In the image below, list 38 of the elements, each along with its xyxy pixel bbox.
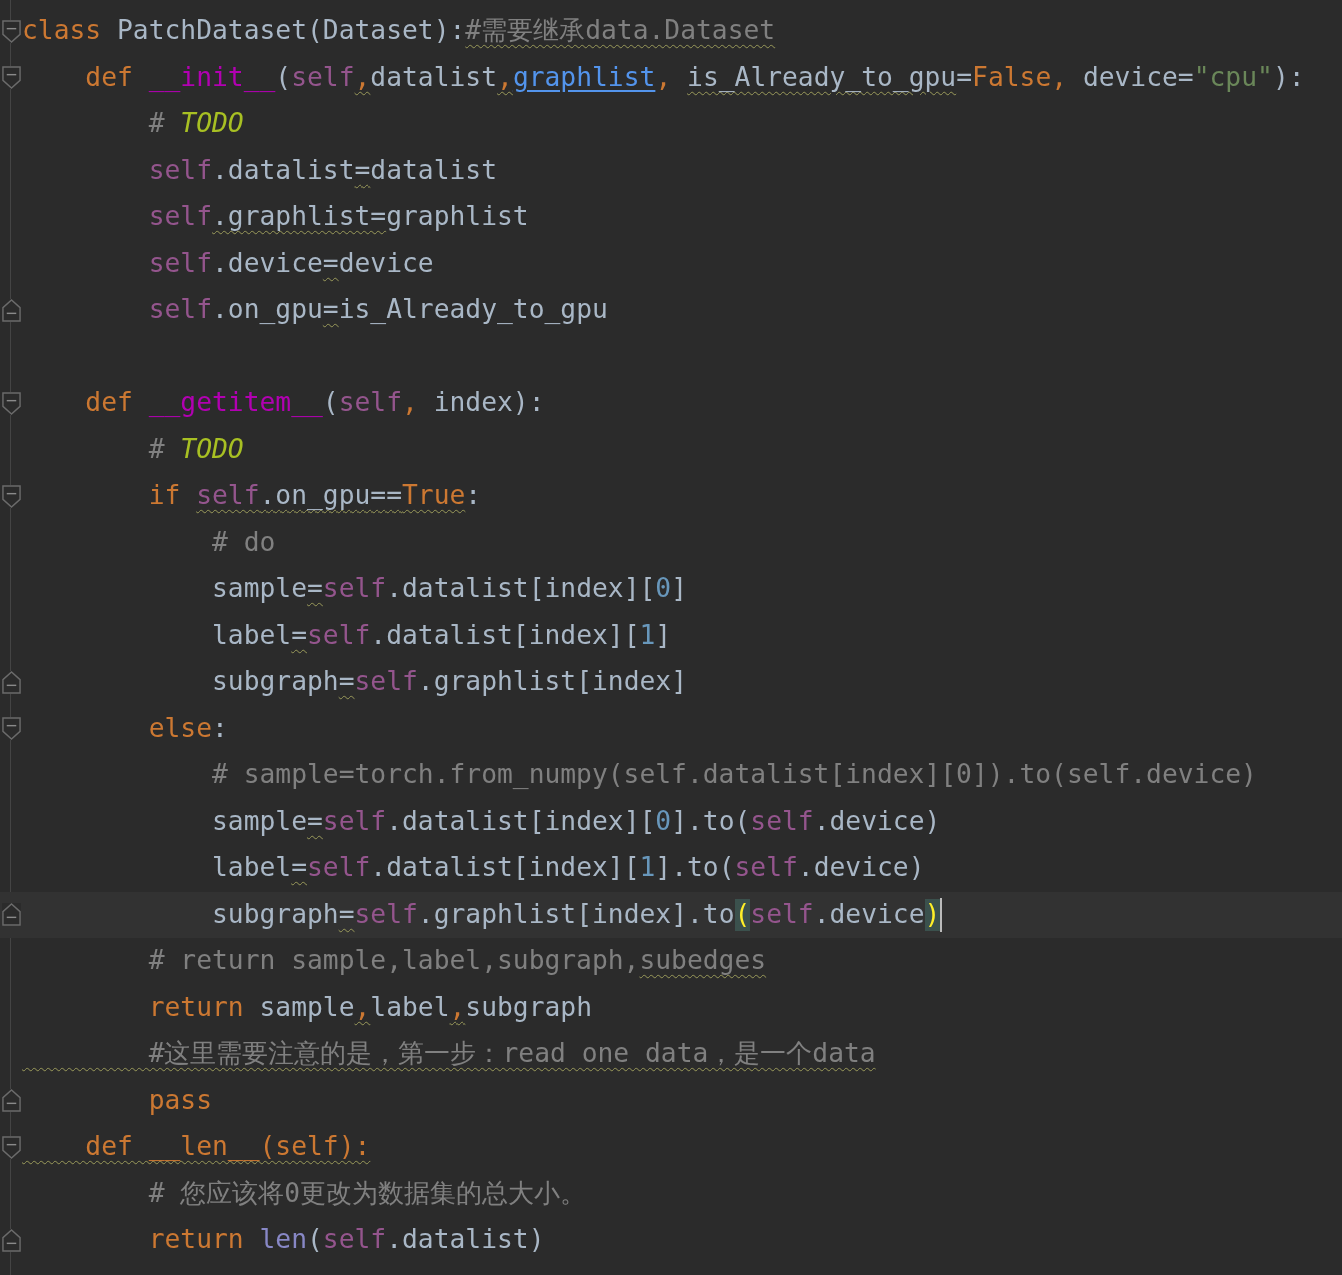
code-line: label=self.datalist[index][1].to(self.device)	[211, 852, 925, 884]
code-line: subgraph=self.graphlist[index]	[211, 666, 687, 698]
code-line: def __getitem__(self, index):	[84, 387, 545, 419]
code-line: #这里需要注意的是，第一步：read one data，是一个data	[147, 1038, 876, 1070]
code-line: # 您应该将0更改为数据集的总大小。	[147, 1177, 587, 1210]
code-line: def __len__(self):	[84, 1131, 371, 1163]
code-line: self.on_gpu=is_Already_to_gpu	[147, 294, 608, 326]
code-line: # TODO	[147, 433, 244, 466]
fold-end-icon[interactable]	[1, 298, 21, 322]
code-line: return sample,label,subgraph	[147, 991, 592, 1024]
fold-collapse-icon[interactable]	[1, 391, 21, 415]
code-line: # TODO	[147, 108, 244, 140]
code-line: self.graphlist=graphlist	[147, 201, 529, 233]
fold-collapse-icon[interactable]	[1, 66, 21, 90]
fold-collapse-icon[interactable]	[1, 1135, 21, 1159]
code-line: sample=self.datalist[index][0]	[211, 573, 687, 605]
code-line: def __init__(self,datalist,graphlist, is_Already_to_gpu=False, device="cpu"):	[84, 61, 1305, 94]
code-line: self.device=device	[147, 247, 434, 280]
code-line: pass	[147, 1084, 212, 1117]
code-line: # do	[211, 526, 276, 559]
code-line: # return sample,label,subgraph,subedges	[147, 945, 767, 977]
fold-end-icon[interactable]	[1, 1228, 21, 1252]
code-editor[interactable]	[0, 0, 1342, 1275]
code-line: label=self.datalist[index][1]	[211, 619, 672, 652]
fold-collapse-icon[interactable]	[1, 484, 21, 508]
code-line: # sample=torch.from_numpy(self.datalist[index][0]).to(self.device)	[211, 759, 1257, 791]
fold-end-icon[interactable]	[1, 903, 21, 927]
code-line: class PatchDataset(Dataset):#需要继承data.Dataset	[22, 15, 776, 47]
code-line: self.datalist=datalist	[147, 154, 497, 187]
code-line: return len(self.datalist)	[147, 1224, 545, 1256]
code-line: sample=self.datalist[index][0].to(self.device)	[211, 805, 941, 838]
fold-end-icon[interactable]	[1, 1089, 21, 1113]
fold-collapse-icon[interactable]	[1, 717, 21, 741]
code-line: if self.on_gpu==True:	[147, 480, 482, 512]
code-line: subgraph=self.graphlist[index].to(self.device)	[22, 897, 943, 932]
code-line: else:	[147, 712, 228, 745]
fold-end-icon[interactable]	[1, 670, 21, 694]
fold-collapse-icon[interactable]	[1, 19, 21, 43]
